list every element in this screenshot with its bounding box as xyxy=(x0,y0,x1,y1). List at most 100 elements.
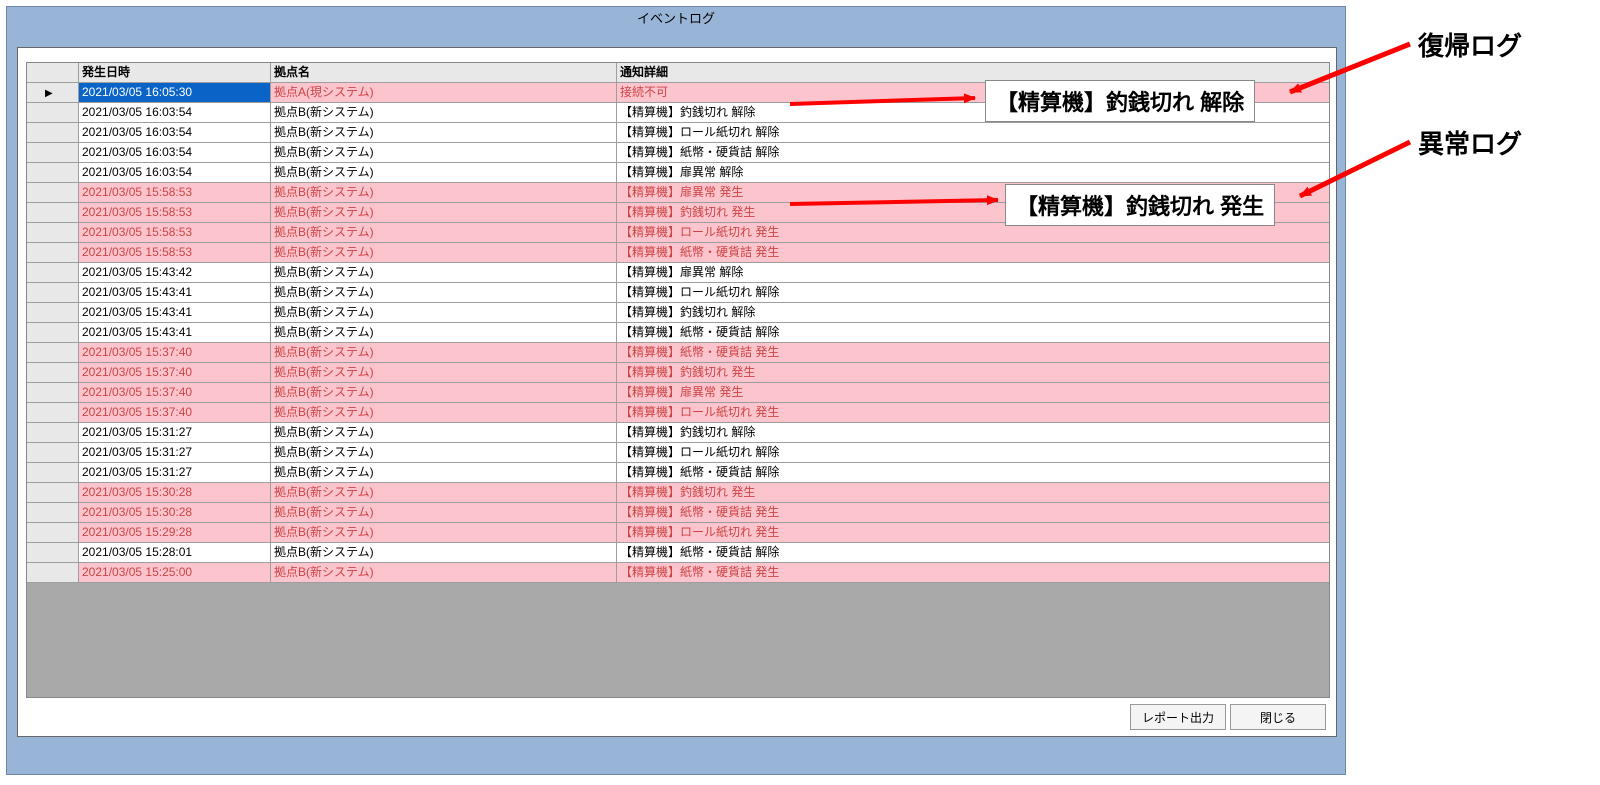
cell-datetime: 2021/03/05 15:37:40 xyxy=(79,383,271,402)
table-row[interactable]: 2021/03/05 15:31:27拠点B(新システム)【精算機】紙幣・硬貨詰… xyxy=(27,463,1329,483)
cell-datetime: 2021/03/05 15:58:53 xyxy=(79,183,271,202)
cell-site: 拠点B(新システム) xyxy=(271,463,617,482)
cell-site: 拠点B(新システム) xyxy=(271,343,617,362)
cell-datetime: 2021/03/05 16:03:54 xyxy=(79,123,271,142)
cell-datetime: 2021/03/05 15:31:27 xyxy=(79,423,271,442)
cell-site: 拠点B(新システム) xyxy=(271,523,617,542)
event-grid[interactable]: 発生日時 拠点名 通知詳細 ▶2021/03/05 16:05:30拠点A(現シ… xyxy=(26,62,1330,698)
row-selector[interactable] xyxy=(27,223,79,242)
report-button[interactable]: レポート出力 xyxy=(1130,704,1226,730)
row-selector[interactable] xyxy=(27,483,79,502)
cell-datetime: 2021/03/05 16:05:30 xyxy=(79,83,271,102)
current-row-icon: ▶ xyxy=(45,84,53,103)
row-selector[interactable] xyxy=(27,163,79,182)
cell-detail: 【精算機】紙幣・硬貨詰 発生 xyxy=(617,563,1329,582)
row-selector[interactable] xyxy=(27,563,79,582)
cell-site: 拠点B(新システム) xyxy=(271,163,617,182)
row-selector[interactable] xyxy=(27,443,79,462)
cell-site: 拠点B(新システム) xyxy=(271,363,617,382)
cell-detail: 【精算機】扉異常 発生 xyxy=(617,383,1329,402)
table-row[interactable]: 2021/03/05 15:43:42拠点B(新システム)【精算機】扉異常 解除 xyxy=(27,263,1329,283)
cell-detail: 【精算機】釣銭切れ 発生 xyxy=(617,483,1329,502)
close-button[interactable]: 閉じる xyxy=(1230,704,1326,730)
cell-datetime: 2021/03/05 15:43:42 xyxy=(79,263,271,282)
table-row[interactable]: 2021/03/05 15:31:27拠点B(新システム)【精算機】ロール紙切れ… xyxy=(27,443,1329,463)
row-selector[interactable] xyxy=(27,503,79,522)
row-selector[interactable] xyxy=(27,143,79,162)
row-selector[interactable] xyxy=(27,363,79,382)
row-selector[interactable]: ▶ xyxy=(27,83,79,102)
table-row[interactable]: 2021/03/05 15:30:28拠点B(新システム)【精算機】紙幣・硬貨詰… xyxy=(27,503,1329,523)
cell-site: 拠点B(新システム) xyxy=(271,423,617,442)
table-row[interactable]: 2021/03/05 16:03:54拠点B(新システム)【精算機】扉異常 解除 xyxy=(27,163,1329,183)
cell-detail: 【精算機】ロール紙切れ 解除 xyxy=(617,123,1329,142)
cell-datetime: 2021/03/05 16:03:54 xyxy=(79,103,271,122)
cell-datetime: 2021/03/05 15:43:41 xyxy=(79,283,271,302)
header-site[interactable]: 拠点名 xyxy=(271,63,617,82)
row-selector[interactable] xyxy=(27,403,79,422)
row-selector[interactable] xyxy=(27,203,79,222)
table-row[interactable]: 2021/03/05 15:28:01拠点B(新システム)【精算機】紙幣・硬貨詰… xyxy=(27,543,1329,563)
cell-datetime: 2021/03/05 15:37:40 xyxy=(79,343,271,362)
callout-recovery: 【精算機】釣銭切れ 解除 xyxy=(985,80,1255,122)
row-selector[interactable] xyxy=(27,523,79,542)
table-row[interactable]: 2021/03/05 15:29:28拠点B(新システム)【精算機】ロール紙切れ… xyxy=(27,523,1329,543)
cell-detail: 【精算機】ロール紙切れ 解除 xyxy=(617,443,1329,462)
table-row[interactable]: 2021/03/05 15:37:40拠点B(新システム)【精算機】釣銭切れ 発… xyxy=(27,363,1329,383)
cell-detail: 【精算機】紙幣・硬貨詰 発生 xyxy=(617,243,1329,262)
row-selector[interactable] xyxy=(27,303,79,322)
row-selector[interactable] xyxy=(27,183,79,202)
row-selector[interactable] xyxy=(27,343,79,362)
cell-site: 拠点B(新システム) xyxy=(271,443,617,462)
row-selector[interactable] xyxy=(27,463,79,482)
table-row[interactable]: 2021/03/05 15:43:41拠点B(新システム)【精算機】紙幣・硬貨詰… xyxy=(27,323,1329,343)
table-row[interactable]: 2021/03/05 15:43:41拠点B(新システム)【精算機】釣銭切れ 解… xyxy=(27,303,1329,323)
row-selector[interactable] xyxy=(27,103,79,122)
cell-site: 拠点B(新システム) xyxy=(271,503,617,522)
row-selector[interactable] xyxy=(27,263,79,282)
cell-datetime: 2021/03/05 16:03:54 xyxy=(79,143,271,162)
row-selector[interactable] xyxy=(27,543,79,562)
cell-site: 拠点B(新システム) xyxy=(271,103,617,122)
header-datetime[interactable]: 発生日時 xyxy=(79,63,271,82)
client-area: 発生日時 拠点名 通知詳細 ▶2021/03/05 16:05:30拠点A(現シ… xyxy=(17,47,1337,737)
table-row[interactable]: 2021/03/05 15:37:40拠点B(新システム)【精算機】紙幣・硬貨詰… xyxy=(27,343,1329,363)
cell-datetime: 2021/03/05 15:31:27 xyxy=(79,463,271,482)
grid-body: ▶2021/03/05 16:05:30拠点A(現システム)接続不可2021/0… xyxy=(27,83,1329,583)
cell-site: 拠点B(新システム) xyxy=(271,123,617,142)
cell-datetime: 2021/03/05 15:30:28 xyxy=(79,483,271,502)
cell-site: 拠点B(新システム) xyxy=(271,183,617,202)
row-selector[interactable] xyxy=(27,323,79,342)
cell-detail: 【精算機】紙幣・硬貨詰 解除 xyxy=(617,463,1329,482)
cell-detail: 【精算機】扉異常 解除 xyxy=(617,163,1329,182)
cell-site: 拠点B(新システム) xyxy=(271,323,617,342)
cell-detail: 【精算機】紙幣・硬貨詰 解除 xyxy=(617,323,1329,342)
cell-datetime: 2021/03/05 15:58:53 xyxy=(79,203,271,222)
table-row[interactable]: 2021/03/05 15:25:00拠点B(新システム)【精算機】紙幣・硬貨詰… xyxy=(27,563,1329,583)
cell-datetime: 2021/03/05 15:58:53 xyxy=(79,223,271,242)
table-row[interactable]: 2021/03/05 15:31:27拠点B(新システム)【精算機】釣銭切れ 解… xyxy=(27,423,1329,443)
cell-site: 拠点B(新システム) xyxy=(271,223,617,242)
table-row[interactable]: 2021/03/05 16:03:54拠点B(新システム)【精算機】ロール紙切れ… xyxy=(27,123,1329,143)
cell-site: 拠点B(新システム) xyxy=(271,283,617,302)
table-row[interactable]: 2021/03/05 15:37:40拠点B(新システム)【精算機】扉異常 発生 xyxy=(27,383,1329,403)
row-selector[interactable] xyxy=(27,123,79,142)
table-row[interactable]: 2021/03/05 16:03:54拠点B(新システム)【精算機】紙幣・硬貨詰… xyxy=(27,143,1329,163)
row-selector[interactable] xyxy=(27,423,79,442)
cell-detail: 【精算機】ロール紙切れ 発生 xyxy=(617,403,1329,422)
table-row[interactable]: 2021/03/05 15:58:53拠点B(新システム)【精算機】ロール紙切れ… xyxy=(27,223,1329,243)
row-selector[interactable] xyxy=(27,243,79,262)
cell-datetime: 2021/03/05 15:25:00 xyxy=(79,563,271,582)
table-row[interactable]: 2021/03/05 15:43:41拠点B(新システム)【精算機】ロール紙切れ… xyxy=(27,283,1329,303)
cell-datetime: 2021/03/05 15:31:27 xyxy=(79,443,271,462)
row-selector[interactable] xyxy=(27,283,79,302)
cell-site: 拠点B(新システム) xyxy=(271,383,617,402)
cell-site: 拠点B(新システム) xyxy=(271,263,617,282)
cell-detail: 【精算機】ロール紙切れ 解除 xyxy=(617,283,1329,302)
row-selector[interactable] xyxy=(27,383,79,402)
cell-detail: 【精算機】釣銭切れ 発生 xyxy=(617,363,1329,382)
cell-site: 拠点B(新システム) xyxy=(271,203,617,222)
table-row[interactable]: 2021/03/05 15:58:53拠点B(新システム)【精算機】紙幣・硬貨詰… xyxy=(27,243,1329,263)
table-row[interactable]: 2021/03/05 15:37:40拠点B(新システム)【精算機】ロール紙切れ… xyxy=(27,403,1329,423)
table-row[interactable]: 2021/03/05 15:30:28拠点B(新システム)【精算機】釣銭切れ 発… xyxy=(27,483,1329,503)
